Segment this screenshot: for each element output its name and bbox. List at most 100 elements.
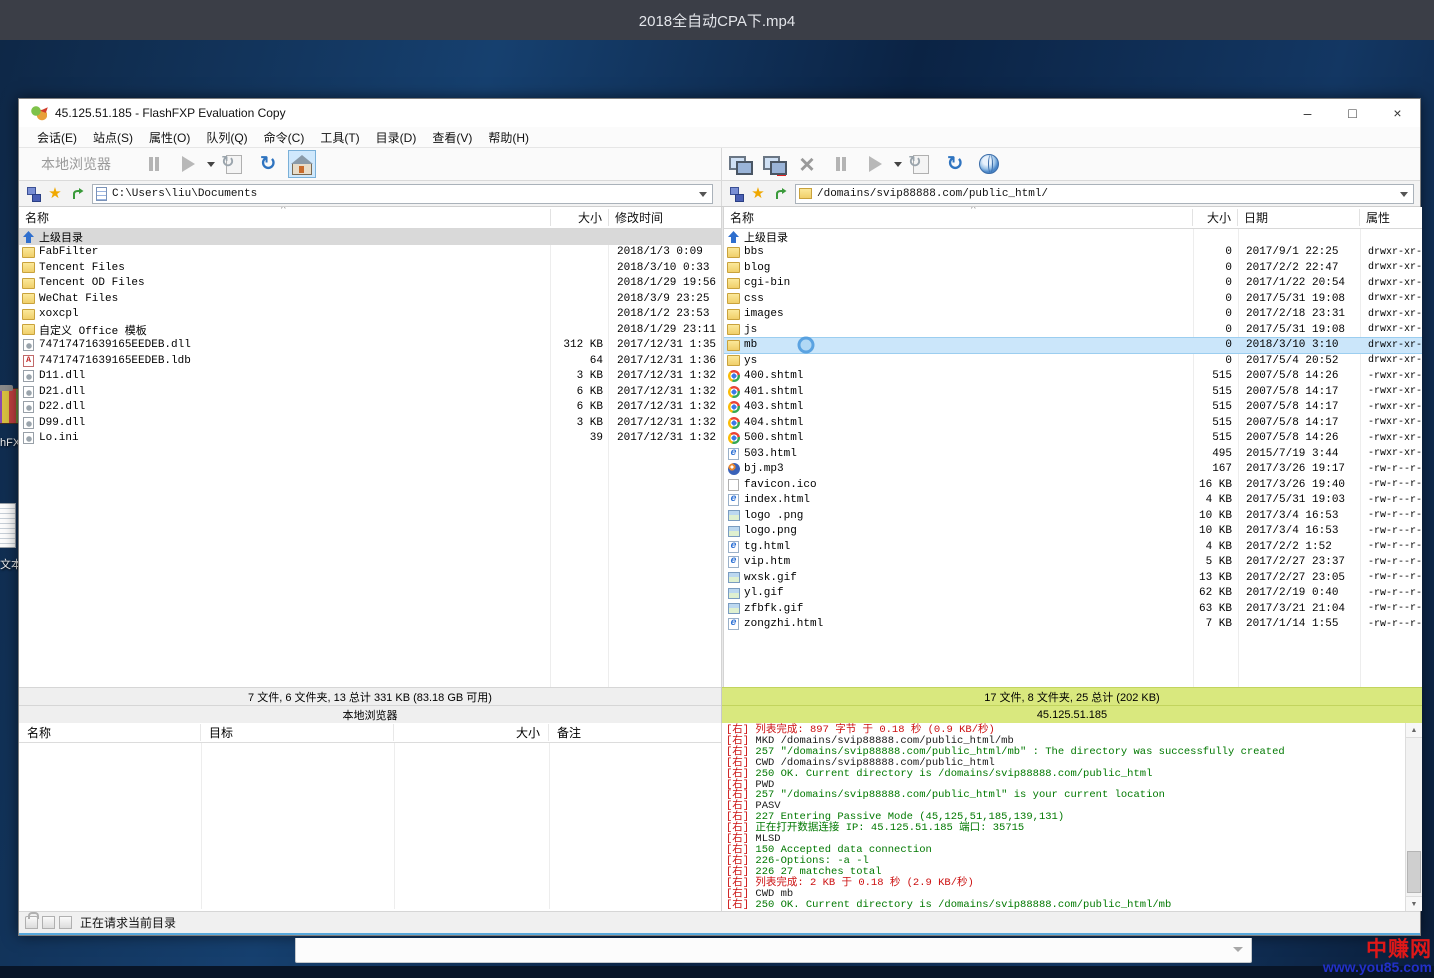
menu-queue[interactable]: 队列(Q) [198, 129, 255, 146]
local-status-label: 本地浏览器 [19, 705, 721, 723]
remote-transfer-button[interactable] [907, 150, 935, 178]
remote-file-row[interactable]: evip.htm5 KB2017/2/27 23:37-rw-r--r-- [724, 555, 1422, 571]
chevron-down-icon[interactable] [894, 162, 902, 167]
remote-path-input[interactable]: /domains/svip88888.com/public_html/ [795, 184, 1414, 204]
remote-file-row[interactable]: ys02017/5/4 20:52drwxr-xr-x [724, 353, 1422, 369]
menu-tools[interactable]: 工具(T) [312, 129, 367, 146]
remote-file-row[interactable]: 400.shtml5152007/5/8 14:26-rwxr-xr-x [724, 369, 1422, 385]
remote-file-row[interactable]: blog02017/2/2 22:47drwxr-xr-x [724, 260, 1422, 276]
column-header-size[interactable]: 大小 [1193, 209, 1238, 226]
local-path-input[interactable]: C:\Users\liu\Documents [92, 184, 713, 204]
local-file-row[interactable]: 74717471639165EEDEB.dll312 KB2017/12/31 … [19, 338, 721, 354]
transfer-queue-button[interactable] [220, 150, 248, 178]
bookmarks-icon[interactable]: ★ [750, 186, 766, 202]
queue-column-note[interactable]: 备注 [549, 724, 721, 741]
winrar-desktop-icon[interactable] [0, 388, 20, 424]
close-icon[interactable]: × [1375, 99, 1420, 127]
abort-button[interactable]: × [793, 150, 821, 178]
file-modified: 2018/3/9 23:25 [609, 293, 721, 305]
chevron-down-icon[interactable] [207, 162, 215, 167]
log-scrollbar[interactable]: ▲ ▼ [1405, 723, 1422, 911]
menu-help[interactable]: 帮助(H) [480, 129, 537, 146]
remote-file-row-selected[interactable]: mb02018/3/10 3:10drwxr-xr-x [724, 338, 1422, 354]
remote-file-row[interactable]: ezongzhi.html7 KB2017/1/14 1:55-rw-r--r-… [724, 617, 1422, 633]
local-file-row[interactable]: D11.dll3 KB2017/12/31 1:32 [19, 369, 721, 385]
local-file-row[interactable]: A74717471639165EEDEB.ldb642017/12/31 1:3… [19, 353, 721, 369]
refresh-remote-button[interactable]: ↻ [941, 150, 969, 178]
remote-file-row[interactable]: 上级目录 [724, 229, 1422, 245]
local-file-row[interactable]: 上级目录 [19, 229, 721, 245]
remote-file-row[interactable]: logo.png10 KB2017/3/4 16:53-rw-r--r-- [724, 524, 1422, 540]
queue-column-target[interactable]: 目标 [201, 724, 394, 741]
column-header-size[interactable]: 大小 [551, 209, 609, 226]
refresh-local-button[interactable]: ↻ [254, 150, 282, 178]
remote-file-row[interactable]: zfbfk.gif63 KB2017/3/21 21:04-rw-r--r-- [724, 601, 1422, 617]
column-header-date[interactable]: 日期 [1238, 209, 1360, 226]
start-transfer-button[interactable] [861, 150, 889, 178]
queue-column-name[interactable]: 名称 [19, 724, 201, 741]
remote-file-row[interactable]: 401.shtml5152007/5/8 14:17-rwxr-xr-x [724, 384, 1422, 400]
remote-file-row[interactable]: 403.shtml5152007/5/8 14:17-rwxr-xr-x [724, 400, 1422, 416]
chevron-down-icon[interactable] [1400, 192, 1408, 197]
file-name: css [744, 293, 1193, 305]
remote-file-row[interactable]: wxsk.gif13 KB2017/2/27 23:05-rw-r--r-- [724, 570, 1422, 586]
menu-commands[interactable]: 命令(C) [256, 129, 313, 146]
remote-file-row[interactable]: css02017/5/31 19:08drwxr-xr-x [724, 291, 1422, 307]
disconnect-button[interactable]: × [759, 150, 787, 178]
remote-file-row[interactable]: bj.mp31672017/3/26 19:17-rw-r--r-- [724, 462, 1422, 478]
minimize-icon[interactable]: – [1285, 99, 1330, 127]
local-browser-dropdown[interactable]: 本地浏览器 [41, 154, 111, 174]
notepad-desktop-icon[interactable] [0, 503, 16, 548]
up-directory-icon[interactable] [772, 186, 788, 202]
local-file-row[interactable]: 自定义 Office 模板2018/1/29 23:11 [19, 322, 721, 338]
remote-file-row[interactable]: e503.html4952015/7/19 3:44-rwxr-xr-x [724, 446, 1422, 462]
local-file-row[interactable]: WeChat Files2018/3/9 23:25 [19, 291, 721, 307]
local-file-row[interactable]: Tencent OD Files2018/1/29 19:56 [19, 276, 721, 292]
menu-sites[interactable]: 站点(S) [85, 129, 141, 146]
start-queue-button[interactable] [174, 150, 202, 178]
remote-file-row[interactable]: js02017/5/31 19:08drwxr-xr-x [724, 322, 1422, 338]
dropdown-bar[interactable] [295, 938, 1252, 963]
local-file-row[interactable]: Lo.ini392017/12/31 1:32 [19, 431, 721, 447]
remote-file-row[interactable]: cgi-bin02017/1/22 20:54drwxr-xr-x [724, 276, 1422, 292]
menu-options[interactable]: 属性(O) [141, 129, 198, 146]
menu-session[interactable]: 会话(E) [29, 129, 85, 146]
remote-file-row[interactable]: yl.gif62 KB2017/2/19 0:40-rw-r--r-- [724, 586, 1422, 602]
site-manager-icon[interactable] [27, 187, 41, 201]
remote-browser-button[interactable] [975, 150, 1003, 178]
chevron-down-icon[interactable] [699, 192, 707, 197]
queue-column-size[interactable]: 大小 [394, 724, 549, 741]
home-folder-button[interactable] [288, 150, 316, 178]
bookmarks-icon[interactable]: ★ [47, 186, 63, 202]
column-header-name[interactable]: 名称 [724, 209, 1193, 226]
local-file-row[interactable]: FabFilter2018/1/3 0:09 [19, 245, 721, 261]
scrollbar-thumb[interactable] [1407, 851, 1421, 893]
column-header-attributes[interactable]: 属性 [1360, 209, 1422, 226]
site-manager-icon[interactable] [730, 187, 744, 201]
remote-file-row[interactable]: favicon.ico16 KB2017/3/26 19:40-rw-r--r-… [724, 477, 1422, 493]
remote-file-row[interactable]: 404.shtml5152007/5/8 14:17-rwxr-xr-x [724, 415, 1422, 431]
scroll-down-icon[interactable]: ▼ [1406, 896, 1422, 911]
column-header-modified[interactable]: 修改时间 [609, 209, 721, 226]
local-file-row[interactable]: D22.dll6 KB2017/12/31 1:32 [19, 400, 721, 416]
local-file-row[interactable]: Tencent Files2018/3/10 0:33 [19, 260, 721, 276]
menu-view[interactable]: 查看(V) [424, 129, 480, 146]
chevron-down-icon[interactable] [1233, 947, 1243, 952]
up-directory-icon[interactable] [69, 186, 85, 202]
remote-file-row[interactable]: images02017/2/18 23:31drwxr-xr-x [724, 307, 1422, 323]
local-file-row[interactable]: D21.dll6 KB2017/12/31 1:32 [19, 384, 721, 400]
menu-directory[interactable]: 目录(D) [368, 129, 425, 146]
remote-file-row[interactable]: etg.html4 KB2017/2/2 1:52-rw-r--r-- [724, 539, 1422, 555]
remote-file-row[interactable]: logo .png10 KB2017/3/4 16:53-rw-r--r-- [724, 508, 1422, 524]
pause-queue-button[interactable] [140, 150, 168, 178]
connect-button[interactable] [725, 150, 753, 178]
pause-transfer-button[interactable] [827, 150, 855, 178]
local-file-row[interactable]: D99.dll3 KB2017/12/31 1:32 [19, 415, 721, 431]
window-titlebar[interactable]: 45.125.51.185 - FlashFXP Evaluation Copy… [19, 99, 1420, 127]
remote-file-row[interactable]: eindex.html4 KB2017/5/31 19:03-rw-r--r-- [724, 493, 1422, 509]
remote-file-row[interactable]: bbs02017/9/1 22:25drwxr-xr-x [724, 245, 1422, 261]
local-file-row[interactable]: xoxcpl2018/1/2 23:53 [19, 307, 721, 323]
remote-file-row[interactable]: 500.shtml5152007/5/8 14:26-rwxr-xr-x [724, 431, 1422, 447]
scroll-up-icon[interactable]: ▲ [1406, 723, 1422, 738]
maximize-icon[interactable]: □ [1330, 99, 1375, 127]
